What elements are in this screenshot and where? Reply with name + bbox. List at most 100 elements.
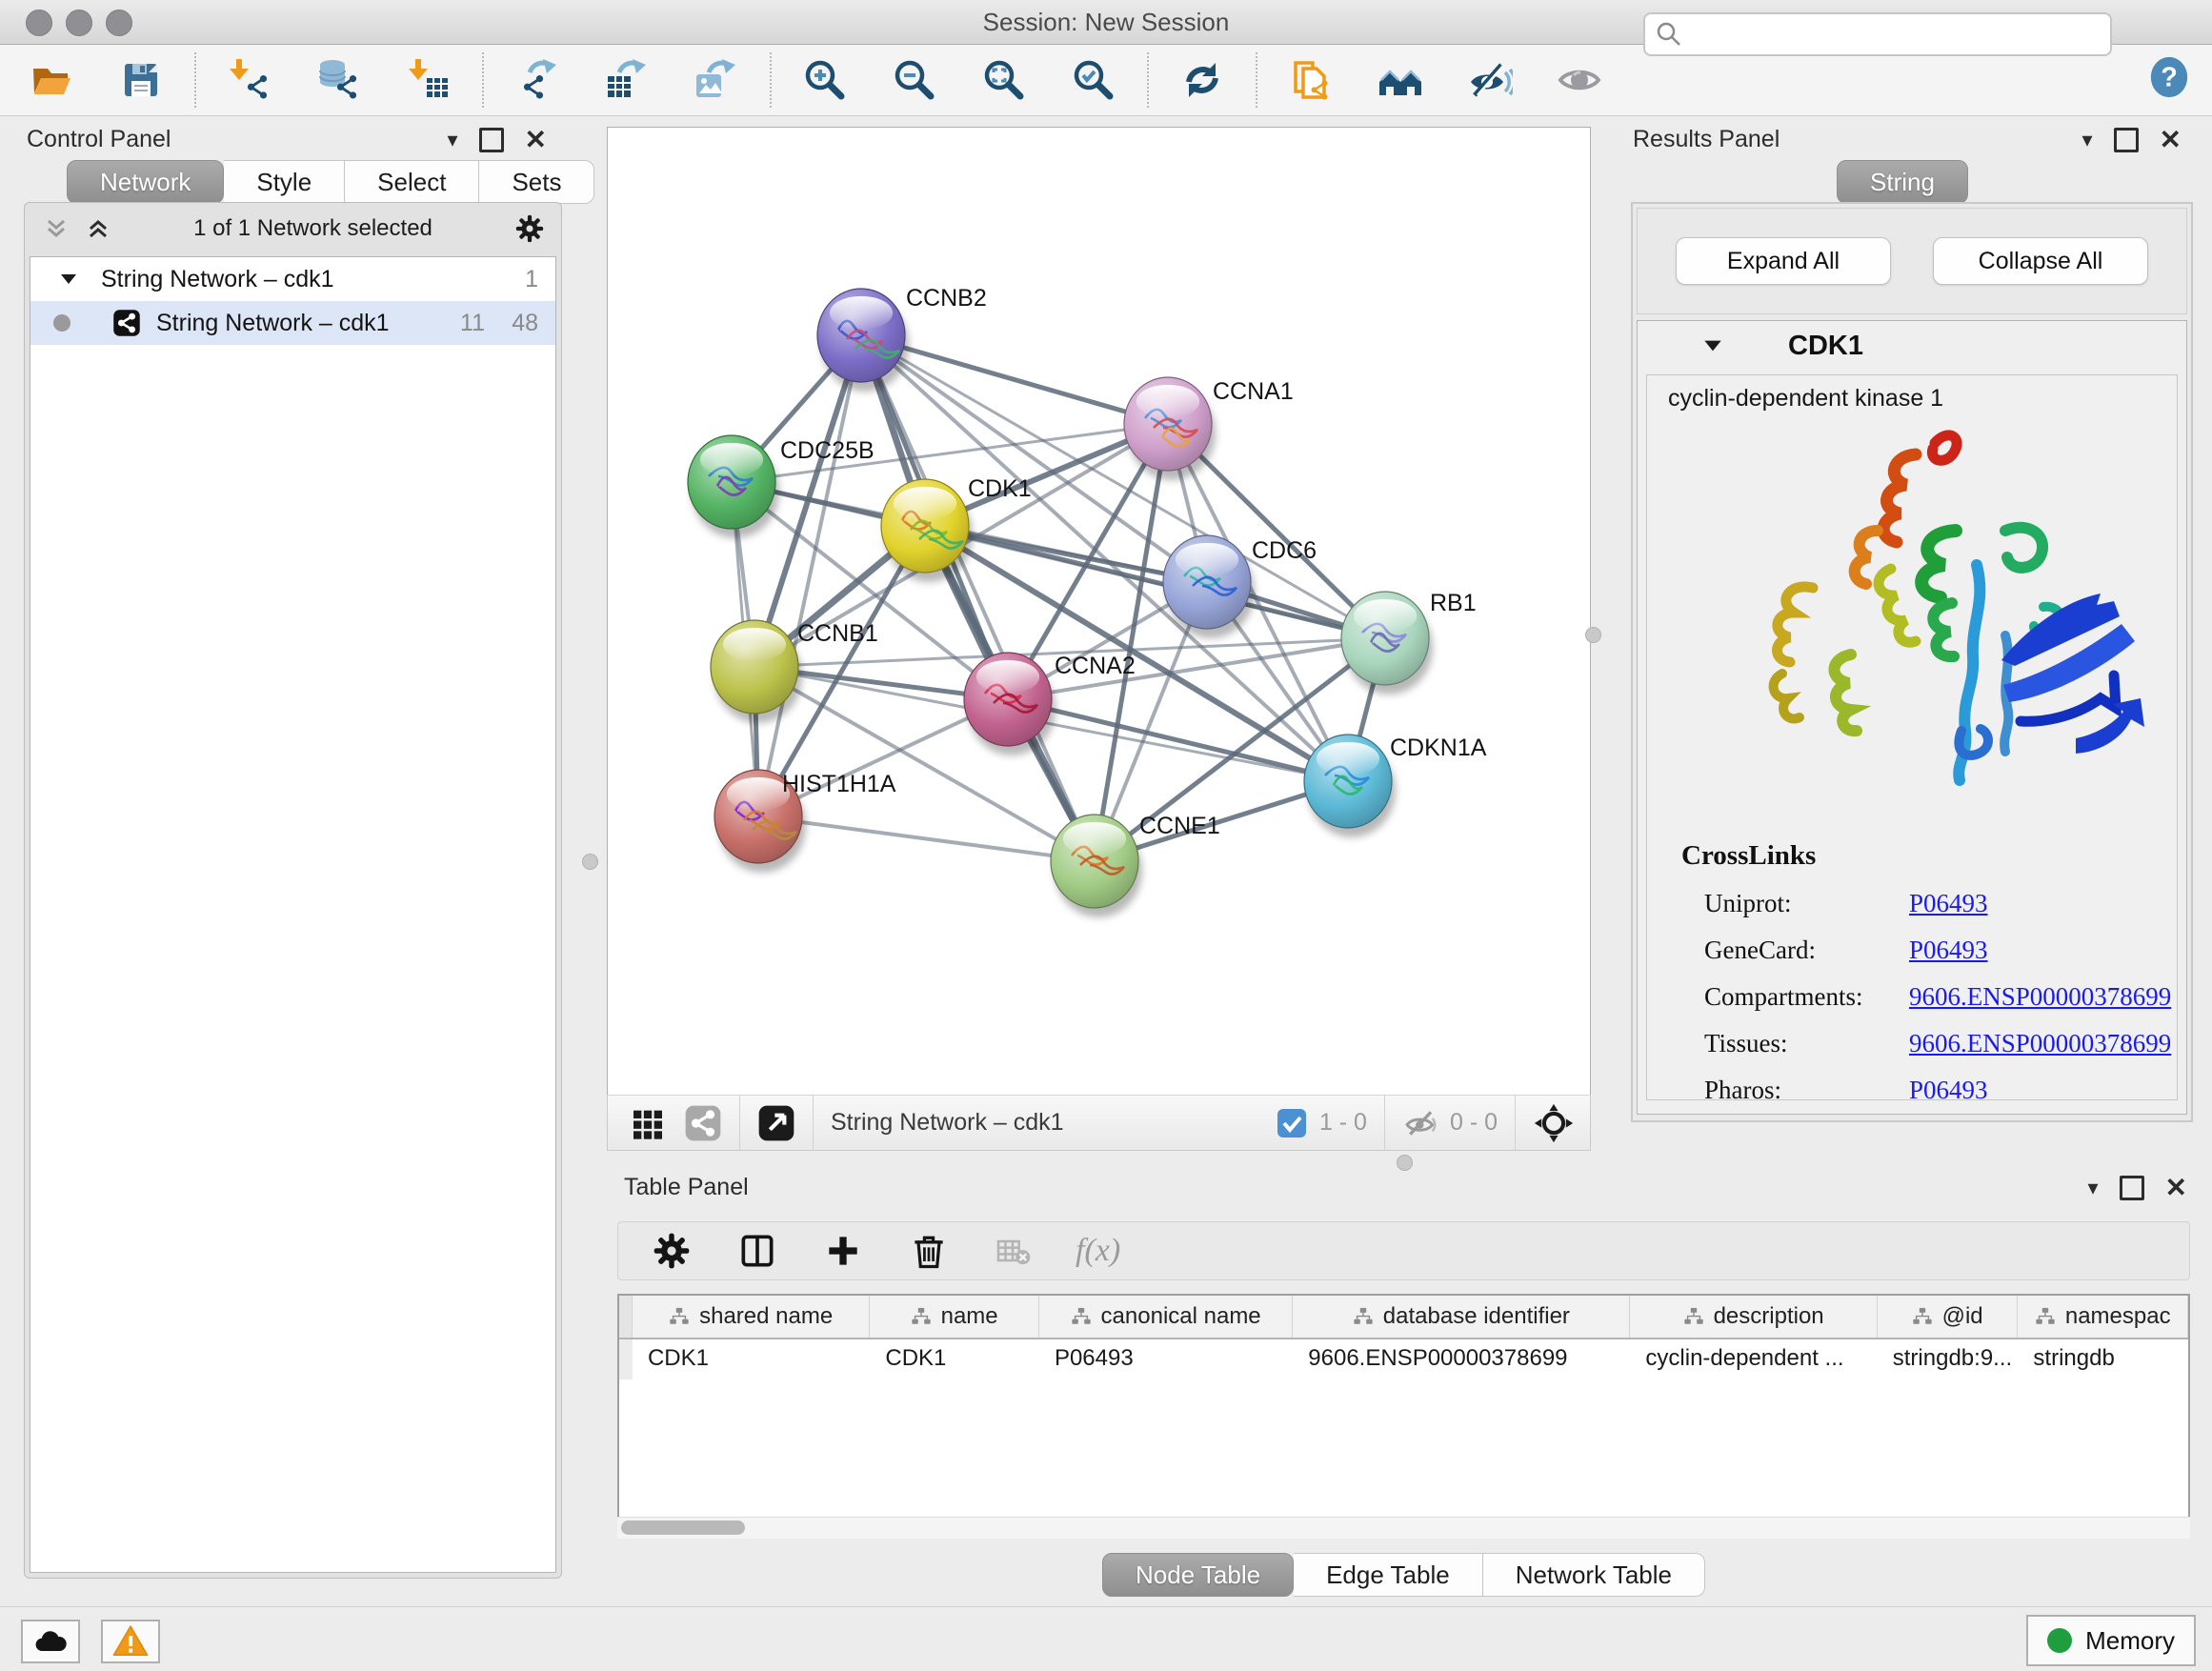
warning-icon <box>111 1622 150 1661</box>
column-header-database-identifier[interactable]: database identifier <box>1293 1296 1630 1338</box>
network-edge-count: 48 <box>512 310 538 337</box>
tab-style[interactable]: Style <box>224 160 345 204</box>
crosslink-link[interactable]: P06493 <box>1909 1076 1988 1100</box>
share-view-icon[interactable] <box>684 1104 722 1142</box>
tree-expander-icon[interactable] <box>57 268 80 291</box>
table-horizontal-scrollbar[interactable] <box>617 1517 2190 1539</box>
horizontal-splitter-handle[interactable] <box>1397 1155 1413 1171</box>
import-table-file-icon[interactable] <box>404 55 453 105</box>
column-header-@id[interactable]: @id <box>1878 1296 2019 1338</box>
table-cell[interactable]: CDK1 <box>633 1339 870 1379</box>
section-collapse-icon[interactable] <box>1700 333 1725 358</box>
import-network-file-icon[interactable] <box>225 55 274 105</box>
column-header-shared-name[interactable]: shared name <box>633 1296 870 1338</box>
show-items-icon[interactable] <box>1555 55 1604 105</box>
tab-select[interactable]: Select <box>345 160 479 204</box>
warning-status-button[interactable] <box>101 1620 160 1663</box>
grid-view-icon[interactable] <box>629 1104 667 1142</box>
show-columns-icon[interactable] <box>736 1230 778 1272</box>
gear-icon[interactable] <box>513 212 546 245</box>
network-node-CCNA2[interactable]: CCNA2 <box>964 653 1136 755</box>
search-input[interactable] <box>1683 20 2101 49</box>
first-neighbors-icon[interactable] <box>1376 55 1425 105</box>
control-panel-float-icon[interactable]: ▾ <box>447 130 457 151</box>
table-cell[interactable]: 9606.ENSP00000378699 <box>1293 1339 1630 1379</box>
tab-sets[interactable]: Sets <box>479 160 594 204</box>
collapse-all-tree-icon[interactable] <box>42 214 70 243</box>
table-cell[interactable]: stringdb:9... <box>1878 1339 2019 1379</box>
results-panel-maximize-icon[interactable] <box>2114 128 2139 152</box>
crosslink-link[interactable]: 9606.ENSP00000378699 <box>1909 1029 2171 1058</box>
table-cell[interactable]: cyclin-dependent ... <box>1630 1339 1877 1379</box>
export-image-icon[interactable] <box>692 55 741 105</box>
column-header-canonical-name[interactable]: canonical name <box>1039 1296 1293 1338</box>
zoom-in-icon[interactable] <box>800 55 850 105</box>
control-panel-close-icon[interactable]: ✕ <box>525 130 547 151</box>
save-session-icon[interactable] <box>116 55 166 105</box>
table-row[interactable]: CDK1CDK1P064939606.ENSP00000378699cyclin… <box>619 1339 2188 1379</box>
network-edge-HIST1H1A-CCNE1[interactable] <box>758 816 1095 861</box>
birdseye-view-icon[interactable] <box>757 1104 795 1142</box>
delete-column-trash-icon[interactable] <box>908 1230 950 1272</box>
hierarchy-icon <box>1353 1306 1374 1327</box>
open-file-icon[interactable] <box>27 55 76 105</box>
network-node-RB1[interactable]: RB1 <box>1341 590 1477 695</box>
export-network-icon[interactable] <box>513 55 562 105</box>
expand-all-tree-icon[interactable] <box>84 214 112 243</box>
help-button[interactable]: ? <box>2147 55 2191 99</box>
crosslink-link[interactable]: P06493 <box>1909 936 1988 965</box>
import-network-database-icon[interactable] <box>314 55 364 105</box>
tab-string[interactable]: String <box>1837 160 1968 204</box>
refresh-view-icon[interactable] <box>1177 55 1227 105</box>
hierarchy-icon <box>1683 1306 1704 1327</box>
results-panel-close-icon[interactable]: ✕ <box>2160 130 2182 151</box>
zoom-out-icon[interactable] <box>890 55 939 105</box>
crosslink-link[interactable]: 9606.ENSP00000378699 <box>1909 982 2171 1012</box>
network-node-CCNB2[interactable]: CCNB2 <box>817 285 987 392</box>
cloud-status-button[interactable] <box>21 1620 80 1663</box>
column-header-description[interactable]: description <box>1630 1296 1877 1338</box>
results-panel-float-icon[interactable]: ▾ <box>2081 130 2092 151</box>
tab-edge-table[interactable]: Edge Table <box>1294 1553 1483 1597</box>
network-row[interactable]: String Network – cdk1 11 48 <box>30 301 555 345</box>
memory-button[interactable]: Memory <box>2026 1615 2196 1666</box>
hidden-eye-icon[interactable] <box>1402 1104 1440 1142</box>
table-settings-gear-icon[interactable] <box>651 1230 693 1272</box>
add-column-icon[interactable] <box>822 1230 864 1272</box>
duplicate-network-icon[interactable] <box>1286 55 1336 105</box>
table-panel-close-icon[interactable]: ✕ <box>2165 1178 2187 1198</box>
network-edge-CCNB2-CCNE1[interactable] <box>861 335 1095 861</box>
column-header-name[interactable]: name <box>870 1296 1039 1338</box>
left-splitter-handle[interactable] <box>582 854 598 870</box>
search-box[interactable] <box>1643 12 2112 56</box>
collapse-all-button[interactable]: Collapse All <box>1933 237 2148 285</box>
zoom-fit-icon[interactable] <box>979 55 1029 105</box>
tab-network[interactable]: Network <box>67 160 224 204</box>
network-collection-row[interactable]: String Network – cdk1 1 <box>30 257 555 301</box>
right-splitter-handle[interactable] <box>1585 627 1601 643</box>
network-canvas[interactable]: CCNB2CCNA1CDC25BCDK1CDC6RB1CCNB1CCNA2CDK… <box>607 127 1591 1096</box>
zoom-selected-icon[interactable] <box>1069 55 1118 105</box>
network-node-CDK1[interactable]: CDK1 <box>881 475 1032 582</box>
hide-items-icon[interactable] <box>1465 55 1515 105</box>
export-table-icon[interactable] <box>602 55 652 105</box>
network-edge-CCNB2-HIST1H1A[interactable] <box>758 335 861 816</box>
table-cell[interactable]: stringdb <box>2018 1339 2188 1379</box>
tab-node-table[interactable]: Node Table <box>1102 1553 1294 1597</box>
fit-crosshair-icon[interactable] <box>1533 1102 1575 1144</box>
table-panel-maximize-icon[interactable] <box>2120 1176 2144 1200</box>
table-cell[interactable]: P06493 <box>1039 1339 1293 1379</box>
gene-section-header[interactable]: CDK1 <box>1638 321 2186 371</box>
network-node-HIST1H1A[interactable]: HIST1H1A <box>714 770 896 873</box>
network-node-CDKN1A[interactable]: CDKN1A <box>1304 735 1487 837</box>
crosslink-link[interactable]: P06493 <box>1909 889 1988 918</box>
control-panel-maximize-icon[interactable] <box>479 128 504 152</box>
table-panel-float-icon[interactable]: ▾ <box>2087 1178 2098 1198</box>
node-table[interactable]: shared namenamecanonical namedatabase id… <box>617 1294 2190 1536</box>
tab-network-table[interactable]: Network Table <box>1483 1553 1705 1597</box>
column-header-namespac[interactable]: namespac <box>2018 1296 2188 1338</box>
scrollbar-thumb[interactable] <box>621 1520 745 1535</box>
selected-checkbox-icon[interactable] <box>1276 1107 1308 1139</box>
table-cell[interactable]: CDK1 <box>870 1339 1039 1379</box>
expand-all-button[interactable]: Expand All <box>1676 237 1891 285</box>
